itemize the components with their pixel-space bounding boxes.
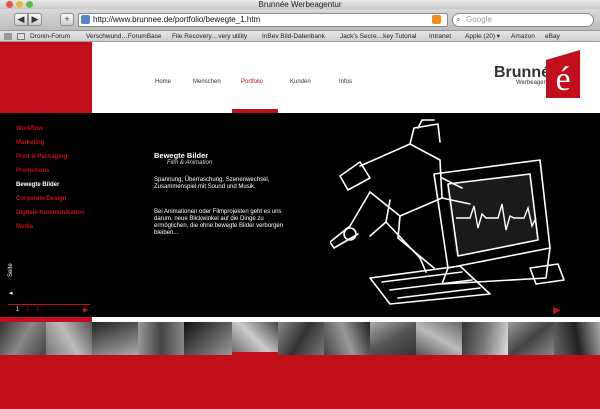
logo-mark-letter: é xyxy=(555,61,570,98)
bookmark-item[interactable]: Amazon xyxy=(511,31,535,42)
thumbnail[interactable] xyxy=(278,322,324,355)
camera-monitor-illustration xyxy=(330,119,565,305)
address-text: http://www.brunnee.de/portfolio/bewegte_… xyxy=(93,15,261,24)
seite-arrow-icon: ◂ xyxy=(9,290,13,297)
nav-portfolio[interactable]: Portfolio xyxy=(241,79,263,85)
page-link-2[interactable]: 2 xyxy=(26,307,29,313)
thumbnail[interactable] xyxy=(232,322,278,355)
bookmark-item[interactable]: Dronin-Forum xyxy=(30,31,70,42)
forward-button[interactable]: ▶ xyxy=(28,13,42,26)
content-paragraph-1: Spannung, Überraschung, Szenenwechsel, Z… xyxy=(154,177,270,190)
thumbnail[interactable] xyxy=(92,322,138,355)
seite-label: Seite xyxy=(8,263,14,277)
nav-active-indicator xyxy=(232,109,278,113)
menu-media[interactable]: Media xyxy=(16,224,33,230)
page-link-1[interactable]: 1 xyxy=(16,307,19,313)
thumbnail[interactable] xyxy=(46,322,92,355)
page-link-3[interactable]: 3 xyxy=(36,307,39,313)
content-subheading: Film & Animation xyxy=(167,160,213,166)
logo-mark-icon: é xyxy=(546,50,580,98)
rss-icon[interactable] xyxy=(432,15,441,24)
thumbnail[interactable] xyxy=(138,322,184,355)
thumbnail[interactable] xyxy=(184,322,232,355)
thumbnail[interactable] xyxy=(324,322,370,355)
thumbnail[interactable] xyxy=(508,322,554,355)
bookmarks-grid-icon[interactable] xyxy=(17,33,25,40)
back-button[interactable]: ◀ xyxy=(14,13,28,26)
menu-workflow[interactable]: Workflow xyxy=(16,126,43,132)
pager-divider xyxy=(8,304,90,305)
menu-promotions[interactable]: Promotions xyxy=(16,168,49,174)
menu-digitale-kommunikation[interactable]: Digitale Kommunikation xyxy=(16,210,85,216)
menu-bewegte-bilder[interactable]: Bewegte Bilder xyxy=(16,182,59,188)
content-heading: Bewegte Bilder xyxy=(154,151,209,160)
search-icon: ⌕ xyxy=(456,15,461,24)
thumbnail[interactable] xyxy=(0,322,46,355)
thumbnail[interactable] xyxy=(416,322,462,355)
content-paragraph-2: Bei Animationen oder Filmprojekten geht … xyxy=(154,209,284,236)
search-placeholder: Google xyxy=(466,15,492,24)
next-slide-arrow-icon[interactable]: ▶ xyxy=(553,305,561,316)
menu-marketing[interactable]: Marketing xyxy=(16,140,44,146)
menu-corporate-design[interactable]: Corporate Design xyxy=(16,196,66,202)
add-bookmark-button[interactable]: + xyxy=(60,13,74,26)
thumbnail-active-indicator xyxy=(232,352,278,355)
window-title: Brunnée Werbeagentur xyxy=(258,0,342,9)
bookmark-item[interactable]: Apple (20) ▾ xyxy=(465,31,500,42)
menu-print-packaging[interactable]: Print & Packaging xyxy=(16,154,67,160)
page-favicon-icon xyxy=(81,15,90,24)
nav-home[interactable]: Home xyxy=(155,79,171,85)
thumbnail[interactable] xyxy=(370,322,416,355)
bookmark-item[interactable]: Intranet xyxy=(429,31,451,42)
nav-kunden[interactable]: Kunden xyxy=(290,79,311,85)
nav-menschen[interactable]: Menschen xyxy=(193,79,221,85)
thumbnail[interactable] xyxy=(554,322,600,355)
bottom-red-panel xyxy=(0,355,600,409)
bookmark-item[interactable]: InBev Bild-Datenbank xyxy=(262,31,325,42)
nav-infos[interactable]: Infos xyxy=(339,79,352,85)
pager-next-icon[interactable]: ▶ xyxy=(83,306,88,314)
bookmark-item[interactable]: Jack's Secre…key Tutorial xyxy=(340,31,416,42)
thumbnail[interactable] xyxy=(462,322,508,355)
bookmark-item[interactable]: eBay xyxy=(545,31,560,42)
bookmark-item[interactable]: File Recovery…very utility xyxy=(172,31,247,42)
bookmarks-book-icon[interactable] xyxy=(4,33,12,40)
bookmark-item[interactable]: Verschwund…ForumBase xyxy=(86,31,162,42)
